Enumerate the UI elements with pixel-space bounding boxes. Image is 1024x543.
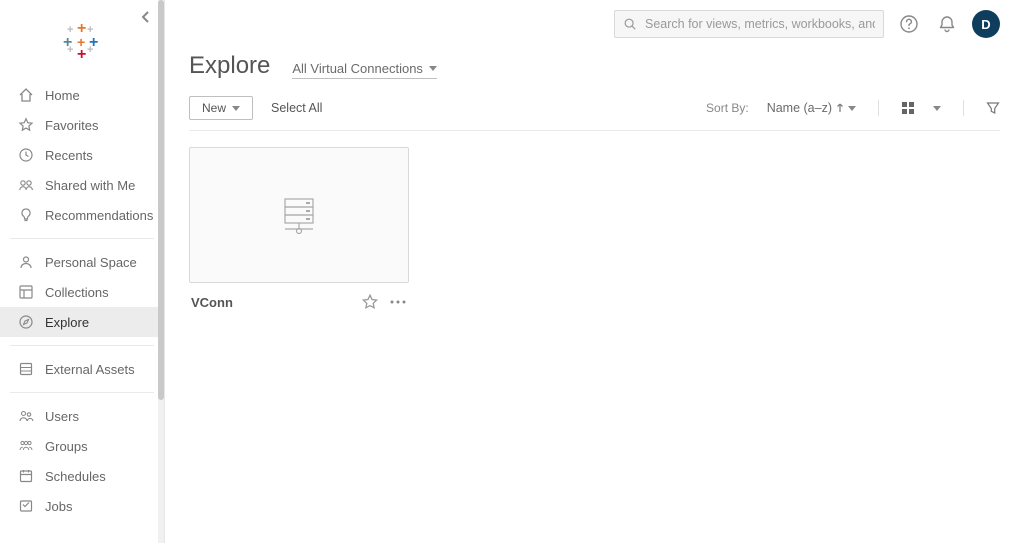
page-title: Explore <box>189 52 270 80</box>
sidebar-item-schedules[interactable]: Schedules <box>0 461 164 491</box>
home-icon <box>18 87 34 103</box>
sidebar-item-label: Explore <box>45 315 89 330</box>
sort-asc-icon <box>836 103 844 113</box>
filter-button[interactable] <box>986 101 1000 115</box>
app-root: ++++ + ++++ Home Favorites Recents Share… <box>0 0 1024 543</box>
star-icon <box>18 117 34 133</box>
sidebar-scrollbar[interactable] <box>158 0 164 543</box>
sidebar-item-label: Recents <box>45 148 93 163</box>
sort-by-value: Name (a–z) <box>767 101 832 115</box>
avatar-initial: D <box>981 17 990 32</box>
sidebar-collapse-button[interactable] <box>140 10 152 24</box>
favorite-toggle[interactable] <box>361 293 379 311</box>
user-avatar[interactable]: D <box>972 10 1000 38</box>
select-all-button[interactable]: Select All <box>271 101 322 115</box>
sidebar-item-jobs[interactable]: Jobs <box>0 491 164 521</box>
content-type-label: All Virtual Connections <box>292 61 423 76</box>
sidebar-divider <box>10 238 154 239</box>
page-header: Explore All Virtual Connections <box>189 48 1000 96</box>
sidebar-divider <box>10 392 154 393</box>
sort-by-dropdown[interactable]: Name (a–z) <box>767 101 856 115</box>
sidebar-nav: Home Favorites Recents Shared with Me Re… <box>0 80 164 529</box>
sidebar-divider <box>10 345 154 346</box>
sidebar-item-label: External Assets <box>45 362 135 377</box>
more-actions-button[interactable] <box>389 293 407 311</box>
sidebar-item-recommendations[interactable]: Recommendations <box>0 200 164 230</box>
content-card-footer: VConn <box>189 283 409 311</box>
content-card-title[interactable]: VConn <box>191 295 233 310</box>
new-button[interactable]: New <box>189 96 253 120</box>
content-card-thumbnail[interactable] <box>189 147 409 283</box>
person-icon <box>18 254 34 270</box>
virtual-connection-icon <box>273 189 325 241</box>
shared-icon <box>18 177 34 193</box>
sidebar-item-label: Groups <box>45 439 88 454</box>
sidebar-item-label: Shared with Me <box>45 178 135 193</box>
toolbar: New Select All Sort By: Name (a–z) <box>189 96 1000 131</box>
database-icon <box>18 361 34 377</box>
sidebar-item-label: Users <box>45 409 79 424</box>
content-grid: VConn <box>189 131 1000 327</box>
search-box[interactable] <box>614 10 884 38</box>
chevron-down-icon <box>848 106 856 111</box>
sidebar-item-label: Favorites <box>45 118 98 133</box>
sidebar-item-label: Home <box>45 88 80 103</box>
sidebar-scrollbar-thumb[interactable] <box>158 0 164 400</box>
content-type-filter[interactable]: All Virtual Connections <box>292 61 437 79</box>
sidebar-item-label: Personal Space <box>45 255 137 270</box>
sidebar-item-personal-space[interactable]: Personal Space <box>0 247 164 277</box>
sort-by-label: Sort By: <box>706 101 749 115</box>
sidebar-item-shared[interactable]: Shared with Me <box>0 170 164 200</box>
view-mode-button[interactable] <box>901 101 915 115</box>
topbar: D <box>189 0 1000 48</box>
search-icon <box>623 17 637 31</box>
notifications-button[interactable] <box>934 11 960 37</box>
sidebar-item-favorites[interactable]: Favorites <box>0 110 164 140</box>
search-input[interactable] <box>645 17 875 31</box>
sidebar-item-label: Jobs <box>45 499 72 514</box>
sidebar-item-label: Recommendations <box>45 208 153 223</box>
sidebar-item-label: Collections <box>45 285 109 300</box>
sidebar: ++++ + ++++ Home Favorites Recents Share… <box>0 0 165 543</box>
jobs-icon <box>18 498 34 514</box>
compass-icon <box>18 314 34 330</box>
toolbar-divider <box>878 100 879 116</box>
sidebar-item-collections[interactable]: Collections <box>0 277 164 307</box>
sidebar-item-home[interactable]: Home <box>0 80 164 110</box>
content-card: VConn <box>189 147 409 311</box>
chevron-down-icon <box>232 106 240 111</box>
help-button[interactable] <box>896 11 922 37</box>
sidebar-item-recents[interactable]: Recents <box>0 140 164 170</box>
main: D Explore All Virtual Connections New Se… <box>165 0 1024 543</box>
view-mode-dropdown[interactable] <box>933 106 941 111</box>
lightbulb-icon <box>18 207 34 223</box>
sidebar-item-groups[interactable]: Groups <box>0 431 164 461</box>
toolbar-divider <box>963 100 964 116</box>
sidebar-item-users[interactable]: Users <box>0 401 164 431</box>
sidebar-item-explore[interactable]: Explore <box>0 307 164 337</box>
calendar-icon <box>18 468 34 484</box>
new-button-label: New <box>202 101 226 115</box>
collections-icon <box>18 284 34 300</box>
sidebar-item-label: Schedules <box>45 469 106 484</box>
chevron-down-icon <box>429 66 437 71</box>
groups-icon <box>18 438 34 454</box>
sidebar-item-external-assets[interactable]: External Assets <box>0 354 164 384</box>
users-icon <box>18 408 34 424</box>
clock-icon <box>18 147 34 163</box>
